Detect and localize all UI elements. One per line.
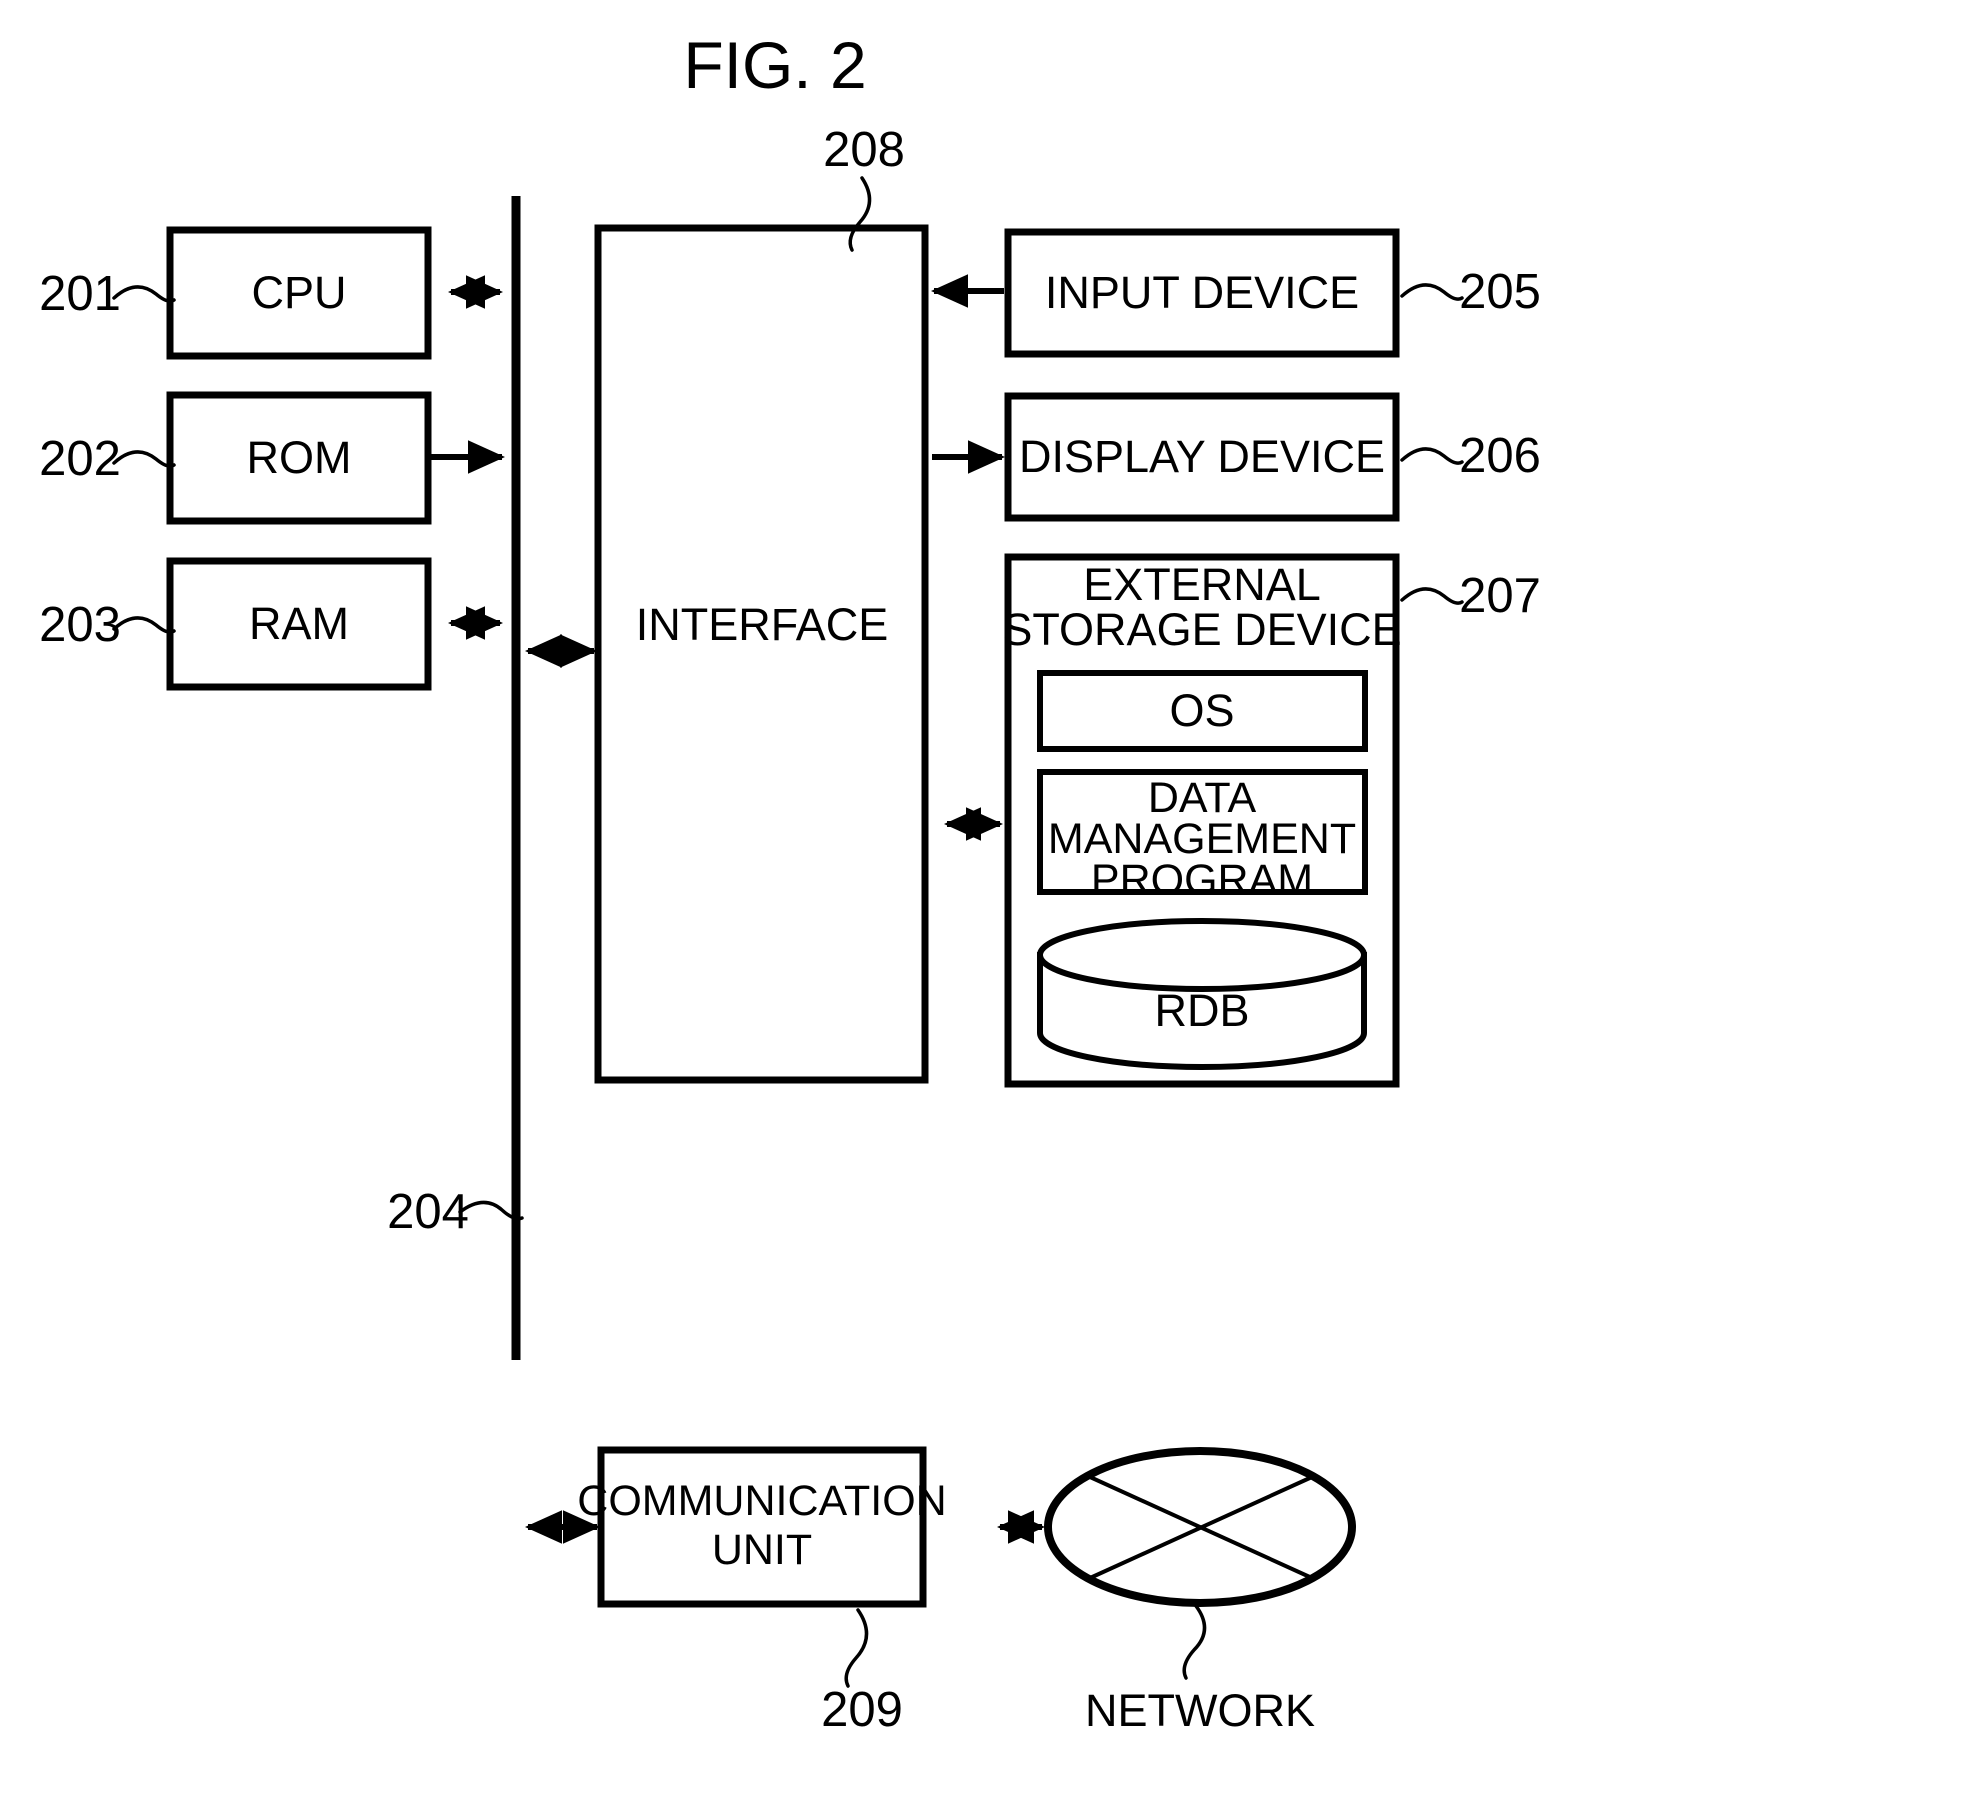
ram-ref-number: 203 <box>39 598 121 652</box>
display-device-ref-leader <box>1400 447 1464 465</box>
figure-canvas: FIG. 2 204 CPU 201 ROM 202 RAM 203 INTER… <box>0 0 1976 1813</box>
interface-ref-number: 208 <box>823 123 905 177</box>
bus-ref-number: 204 <box>387 1185 469 1239</box>
communication-unit-label-line2: UNIT <box>712 1526 812 1574</box>
interface-block <box>594 224 929 1084</box>
ram-ref-leader <box>112 616 176 634</box>
rom-ref-leader <box>112 450 176 468</box>
communication-unit-ref-number: 209 <box>821 1683 903 1737</box>
figure-title: FIG. 2 <box>683 28 866 102</box>
network-cloud-icon <box>1044 1447 1356 1607</box>
communication-unit-ref-leader <box>844 1608 869 1688</box>
input-device-ref-leader <box>1400 283 1464 301</box>
external-storage-device-ref-leader <box>1400 587 1464 605</box>
external-storage-device-label-line1: EXTERNAL <box>1083 559 1321 610</box>
cpu-ref-number: 201 <box>39 267 121 321</box>
cpu-label: CPU <box>251 267 346 318</box>
os-label: OS <box>1169 685 1234 736</box>
rom-label: ROM <box>247 432 352 483</box>
network-ref-leader <box>1182 1604 1207 1680</box>
data-management-program-label-line3: PROGRAM <box>1091 856 1313 904</box>
input-device-label: INPUT DEVICE <box>1045 267 1359 318</box>
communication-unit-label-line1: COMMUNICATION <box>577 1477 946 1525</box>
fig2-block-diagram: FIG. 2 204 CPU 201 ROM 202 RAM 203 INTER… <box>39 28 1541 1737</box>
cpu-ref-leader <box>112 285 176 303</box>
ram-label: RAM <box>249 598 349 649</box>
network-label: NETWORK <box>1085 1685 1315 1736</box>
rom-ref-number: 202 <box>39 432 121 486</box>
display-device-label: DISPLAY DEVICE <box>1019 431 1385 482</box>
external-storage-device-ref-number: 207 <box>1459 569 1541 623</box>
interface-label: INTERFACE <box>636 599 889 650</box>
display-device-ref-number: 206 <box>1459 429 1541 483</box>
input-device-ref-number: 205 <box>1459 265 1541 319</box>
external-storage-device-label-line2: STORAGE DEVICE <box>1002 604 1401 655</box>
rdb-label: RDB <box>1154 985 1249 1036</box>
